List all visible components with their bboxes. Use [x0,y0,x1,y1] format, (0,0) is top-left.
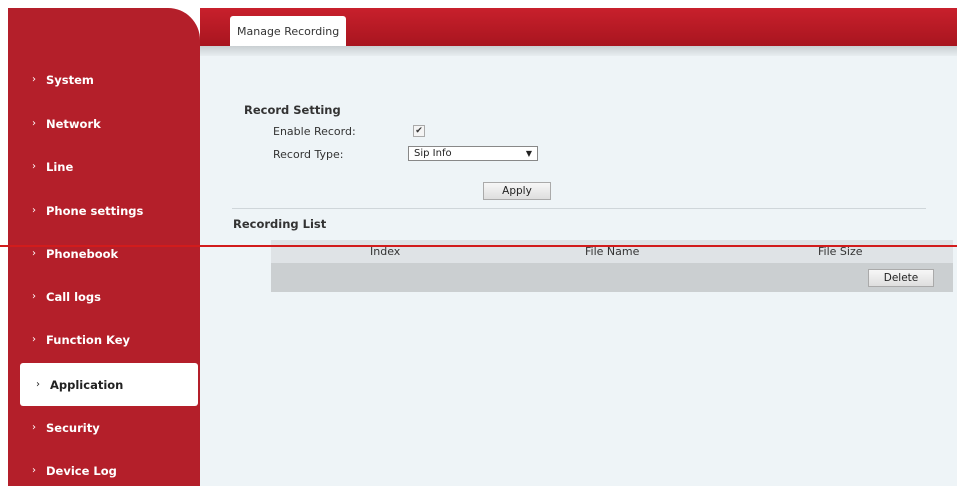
record-type-label: Record Type: [273,148,344,161]
enable-record-checkbox[interactable]: ✔ [413,125,425,137]
record-type-select[interactable]: Sip Info ▼ [408,146,538,161]
sidebar-item-label: Call logs [46,289,102,304]
chevron-right-icon: › [32,334,36,345]
header-shadow [200,46,957,56]
enable-record-label: Enable Record: [273,125,356,138]
sidebar-item-label: Application [50,377,124,392]
sidebar-item-call-logs[interactable]: › Call logs [8,275,200,318]
sidebar-item-device-log[interactable]: › Device Log [8,449,200,486]
sidebar-item-label: Phone settings [46,203,144,218]
recording-table-header: Index File Name File Size [271,240,953,263]
chevron-right-icon: › [32,118,36,129]
sidebar-item-label: System [46,72,94,87]
sidebar-item-label: Device Log [46,463,117,478]
chevron-right-icon: › [32,74,36,85]
chevron-right-icon: › [32,248,36,259]
sidebar-item-label: Network [46,116,101,131]
chevron-right-icon: › [32,291,36,302]
chevron-right-icon: › [32,465,36,476]
sidebar-item-phone-settings[interactable]: › Phone settings [8,189,200,232]
sidebar-item-network[interactable]: › Network [8,102,200,145]
sidebar-item-application[interactable]: › Application [20,363,198,406]
sidebar-item-label: Phonebook [46,246,119,261]
record-setting-title: Record Setting [244,103,341,117]
sidebar-item-system[interactable]: › System [8,58,200,101]
chevron-down-icon: ▼ [525,149,532,158]
record-type-value: Sip Info [414,148,452,159]
table-row: Delete [271,263,953,292]
sidebar-item-phonebook[interactable]: › Phonebook [8,232,200,275]
tab-label: Manage Recording [237,24,340,38]
apply-button[interactable]: Apply [483,182,551,200]
sidebar-item-label: Function Key [46,332,131,347]
sidebar-item-line[interactable]: › Line [8,145,200,188]
annotation-line [0,245,957,247]
sidebar-item-label: Security [46,420,100,435]
chevron-right-icon: › [36,379,40,390]
sidebar-item-function-key[interactable]: › Function Key [8,318,200,361]
chevron-right-icon: › [32,422,36,433]
sidebar-top [8,8,200,53]
tab-manage-recording[interactable]: Manage Recording [230,16,347,46]
sidebar-item-label: Line [46,159,74,174]
sidebar-item-security[interactable]: › Security [8,406,200,449]
chevron-right-icon: › [32,161,36,172]
recording-list-title: Recording List [233,217,327,231]
delete-button[interactable]: Delete [868,269,934,287]
divider [232,208,926,209]
sidebar: › System › Network › Line › Phone settin… [8,8,200,486]
chevron-right-icon: › [32,205,36,216]
